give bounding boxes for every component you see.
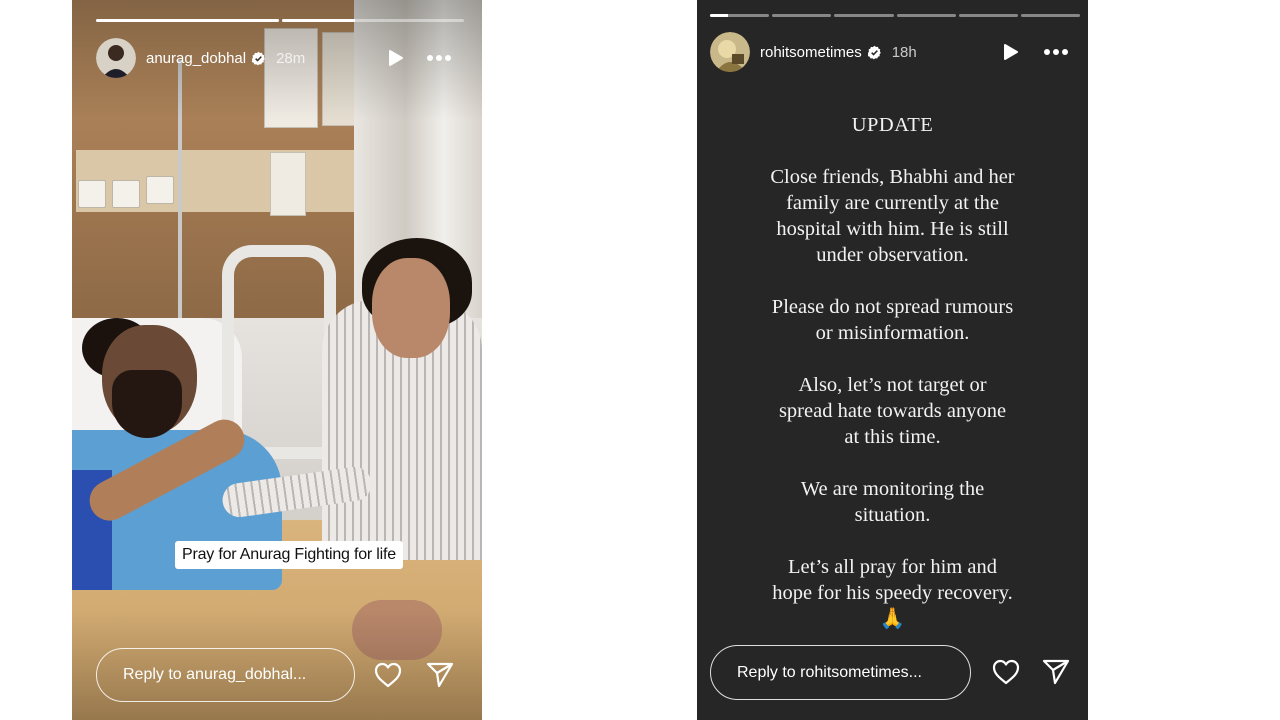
send-button[interactable]	[426, 661, 454, 689]
story-timestamp: 28m	[276, 49, 306, 67]
update-paragraph: Please do not spread rumours or misinfor…	[697, 294, 1088, 346]
progress-segment	[1020, 14, 1081, 17]
send-direct-icon	[426, 662, 454, 688]
story-username[interactable]: rohitsometimes	[760, 44, 862, 61]
story-header: anurag_dobhal 28m	[96, 38, 305, 78]
update-paragraph: Let’s all pray for him and hope for his …	[697, 554, 1088, 632]
reply-input[interactable]: Reply to rohitsometimes...	[710, 645, 971, 700]
more-options-button[interactable]	[1042, 38, 1070, 66]
verified-badge-icon	[252, 51, 265, 65]
verified-badge-icon	[867, 45, 881, 59]
like-button[interactable]	[374, 661, 402, 689]
update-paragraph: We are monitoring the situation.	[697, 476, 1088, 528]
text-line: under observation.	[816, 244, 969, 266]
text-line: Let’s all pray for him and	[788, 556, 997, 578]
reply-input[interactable]: Reply to anurag_dobhal...	[96, 648, 355, 702]
text-line: Also, let’s not target or	[798, 374, 987, 396]
play-button[interactable]	[381, 44, 409, 72]
progress-segment	[96, 19, 279, 22]
update-title: UPDATE	[851, 114, 934, 136]
play-button[interactable]	[996, 38, 1024, 66]
text-line: Close friends, Bhabhi and her	[770, 166, 1015, 188]
more-options-button[interactable]	[425, 44, 453, 72]
text-line: We are monitoring the	[800, 478, 985, 500]
play-icon	[389, 50, 403, 66]
progress-fill	[710, 14, 728, 17]
progress-fill	[281, 19, 355, 22]
more-options-icon	[1044, 49, 1068, 55]
story-timestamp: 18h	[891, 43, 917, 61]
text-line: at this time.	[844, 426, 941, 448]
story-progress-bar	[96, 19, 464, 22]
text-line: situation.	[854, 504, 931, 526]
praying-hands-emoji: 🙏	[879, 608, 906, 630]
story-progress-bar	[710, 14, 1081, 17]
like-button[interactable]	[992, 658, 1020, 686]
text-line: or misinformation.	[815, 322, 970, 344]
text-line: Please do not spread rumours	[771, 296, 1014, 318]
story-header: rohitsometimes 18h	[710, 32, 917, 72]
like-heart-icon	[374, 662, 402, 688]
like-heart-icon	[992, 659, 1020, 685]
text-line: family are currently at the	[786, 192, 999, 214]
progress-segment	[834, 14, 894, 17]
progress-segment	[281, 19, 464, 22]
progress-segment	[710, 14, 770, 17]
progress-segment	[772, 14, 832, 17]
more-options-icon	[427, 55, 451, 61]
update-paragraph: Close friends, Bhabhi and her family are…	[697, 164, 1088, 268]
reply-placeholder: Reply to anurag_dobhal...	[123, 666, 307, 683]
send-direct-icon	[1042, 659, 1070, 685]
avatar[interactable]	[710, 32, 750, 72]
hospital-photo	[72, 0, 482, 720]
story-anurag-dobhal[interactable]: anurag_dobhal 28m Pray for Anurag Fighti…	[72, 0, 482, 720]
progress-fill	[96, 19, 279, 22]
story-username[interactable]: anurag_dobhal	[146, 50, 246, 67]
story-rohitsometimes[interactable]: rohitsometimes 18h UPDATE Close friends,…	[697, 0, 1088, 720]
send-button[interactable]	[1042, 658, 1070, 686]
text-line: spread hate towards anyone	[778, 400, 1007, 422]
play-icon	[1004, 44, 1018, 60]
story-text-sticker: Pray for Anurag Fighting for life	[175, 541, 403, 569]
text-line: hope for his speedy recovery.	[772, 582, 1013, 604]
reply-placeholder: Reply to rohitsometimes...	[737, 663, 922, 681]
avatar[interactable]	[96, 38, 136, 78]
text-line: hospital with him. He is still	[776, 218, 1009, 240]
story-text-content: UPDATE Close friends, Bhabhi and her fam…	[697, 112, 1088, 658]
progress-segment	[896, 14, 956, 17]
progress-segment	[958, 14, 1018, 17]
update-paragraph: Also, let’s not target or spread hate to…	[697, 372, 1088, 450]
